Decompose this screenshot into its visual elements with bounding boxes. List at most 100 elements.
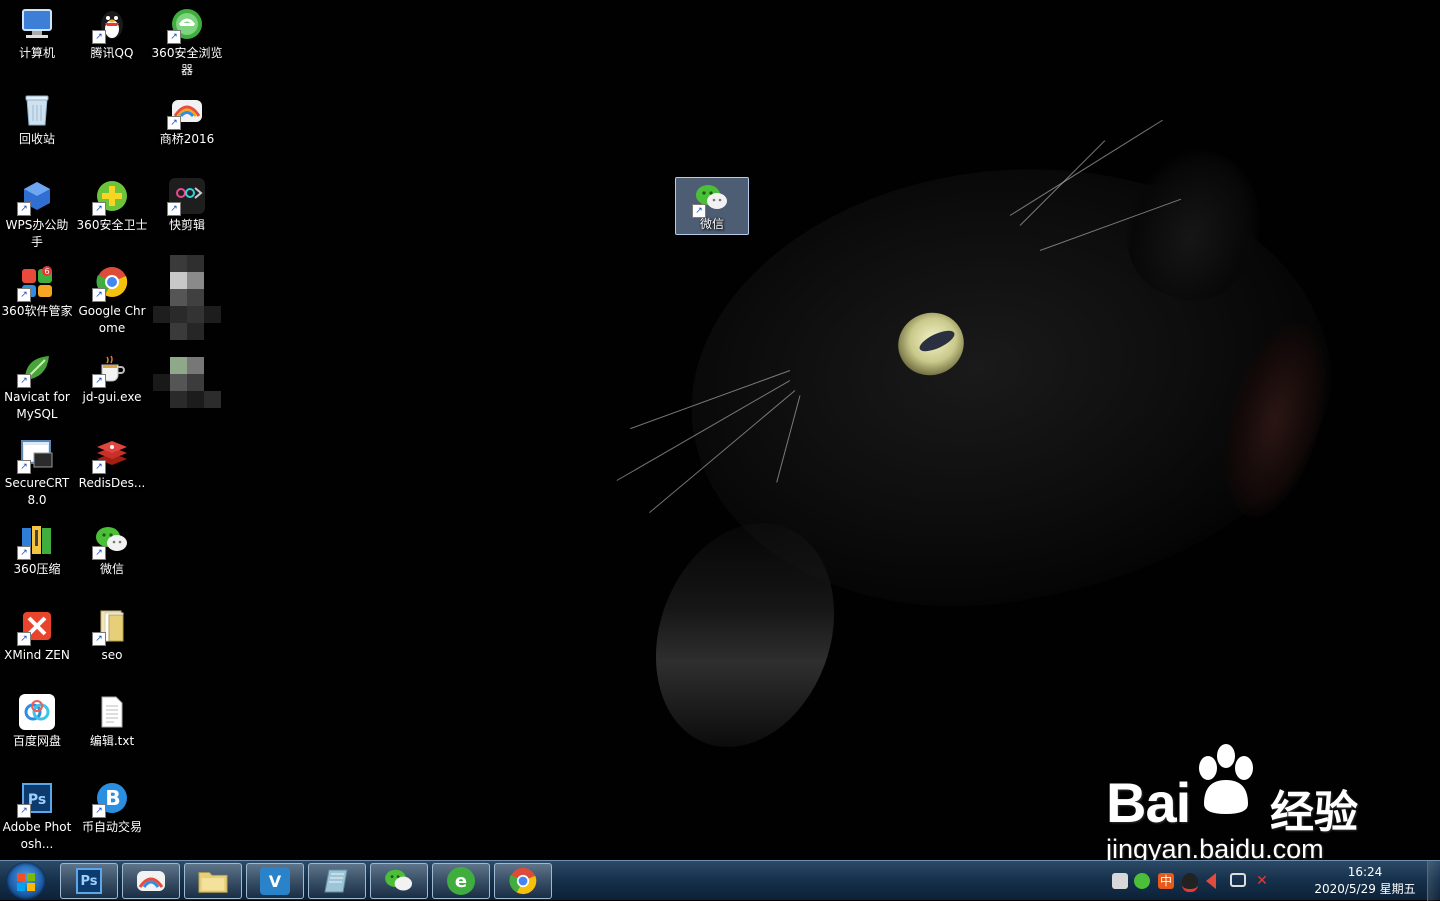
- cat-ear: [1108, 132, 1282, 318]
- 360-browser-icon: ↗: [167, 6, 205, 44]
- action-center-icon[interactable]: [1230, 873, 1246, 887]
- desktop-icon-text-file[interactable]: 编辑.txt: [75, 694, 149, 750]
- whisker: [776, 395, 801, 483]
- desktop-icon-wps[interactable]: ↗ WPS办公助手: [0, 178, 74, 251]
- clock-time[interactable]: 16:24: [1310, 864, 1420, 880]
- coin-trade-icon: B ↗: [92, 780, 130, 818]
- desktop-icon-kuaijianji[interactable]: ↗ 快剪辑: [150, 178, 224, 234]
- photoshop-icon: Ps ↗: [17, 780, 55, 818]
- desktop-icon-qq[interactable]: ↗ 腾讯QQ: [75, 6, 149, 62]
- taskbar-360-browser[interactable]: e: [432, 863, 490, 899]
- desktop-icon-wechat-selected[interactable]: ↗ 微信: [675, 177, 749, 235]
- shortcut-arrow-icon: ↗: [92, 632, 106, 646]
- wps-icon: ↗: [17, 178, 55, 216]
- qq-tray-icon[interactable]: [1182, 873, 1198, 892]
- taskbar-explorer[interactable]: [184, 863, 242, 899]
- chrome-icon: [508, 867, 538, 895]
- baidu-jingyan-watermark: Bai 经验 jingyan.baidu.com: [1100, 740, 1430, 860]
- desktop-icon-navicat[interactable]: ↗ Navicat for MySQL: [0, 350, 74, 423]
- shortcut-arrow-icon: ↗: [167, 202, 181, 216]
- taskbar-notes[interactable]: [308, 863, 366, 899]
- volume-muted-icon[interactable]: ✕: [1254, 873, 1270, 889]
- navicat-icon: ↗: [17, 350, 55, 388]
- shortcut-arrow-icon: ↗: [167, 30, 181, 44]
- jd-gui-cup-icon: ↗: [92, 350, 130, 388]
- clock-date[interactable]: 2020/5/29 星期五: [1310, 881, 1420, 897]
- taskbar-wechat[interactable]: [370, 863, 428, 899]
- securecrt-icon: ↗: [17, 436, 55, 474]
- wechat-icon: ↗: [692, 180, 730, 218]
- watermark-url: jingyan.baidu.com: [1106, 834, 1324, 860]
- folder-icon: ↗: [92, 608, 130, 646]
- desktop-icon-xmind[interactable]: ↗ XMind ZEN: [0, 608, 74, 664]
- desktop-icon-computer[interactable]: 计算机: [0, 6, 74, 62]
- shortcut-arrow-icon: ↗: [17, 460, 31, 474]
- shortcut-arrow-icon: ↗: [92, 288, 106, 302]
- qq-penguin-icon: ↗: [92, 6, 130, 44]
- taskbar-visual-studio[interactable]: V: [246, 863, 304, 899]
- 360-software-icon: 6 ↗: [17, 264, 55, 302]
- computer-icon: [19, 6, 55, 42]
- desktop-icon-shangqiao[interactable]: ↗ 商桥2016: [150, 92, 224, 148]
- 360-browser-icon: e: [447, 867, 475, 895]
- whisker: [630, 370, 791, 430]
- recycle-bin-icon: [19, 92, 55, 128]
- whisker: [649, 390, 796, 514]
- shortcut-arrow-icon: ↗: [167, 116, 181, 130]
- desktop-icon-redis[interactable]: ↗ RedisDes...: [75, 436, 149, 492]
- taskbar: Ps V e 中 ✕ 16:24 2020/5/29 星期五: [0, 860, 1440, 901]
- whisker: [616, 380, 791, 481]
- desktop-icon-coin-trade[interactable]: B ↗ 币自动交易: [75, 780, 149, 836]
- notepad-icon: [322, 867, 352, 895]
- 360-zip-icon: ↗: [17, 522, 55, 560]
- shortcut-arrow-icon: ↗: [92, 460, 106, 474]
- kuaijianji-icon: ↗: [167, 178, 205, 216]
- desktop-icon-chrome[interactable]: ↗ Google Chrome: [75, 264, 149, 337]
- baidu-netdisk-icon: [19, 694, 55, 730]
- desktop-icon-seo-folder[interactable]: ↗ seo: [75, 608, 149, 664]
- shortcut-arrow-icon: ↗: [692, 204, 706, 218]
- text-file-icon: [94, 694, 130, 730]
- watermark-suffix: 经验: [1270, 787, 1358, 838]
- svg-text:6: 6: [44, 267, 49, 276]
- redis-icon: ↗: [92, 436, 130, 474]
- shortcut-arrow-icon: ↗: [92, 374, 106, 388]
- shortcut-arrow-icon: ↗: [17, 374, 31, 388]
- desktop-icon-jd-gui[interactable]: ↗ jd-gui.exe: [75, 350, 149, 406]
- desktop-icon-securecrt[interactable]: ↗ SecureCRT 8.0: [0, 436, 74, 509]
- cat-ear-inner: [1205, 311, 1345, 529]
- shortcut-arrow-icon: ↗: [92, 546, 106, 560]
- desktop-icon-recycle-bin[interactable]: 回收站: [0, 92, 74, 148]
- desktop-icon-baidu-netdisk[interactable]: 百度网盘: [0, 694, 74, 750]
- ime-zhong-icon[interactable]: 中: [1158, 873, 1174, 889]
- pixelated-region: [153, 255, 221, 408]
- taskbar-photoshop[interactable]: Ps: [60, 863, 118, 899]
- desktop-icon-360-software[interactable]: 6 ↗ 360软件管家: [0, 264, 74, 320]
- wechat-tray-icon[interactable]: [1134, 873, 1150, 889]
- desktop-icon-photoshop[interactable]: Ps ↗ Adobe Photosh...: [0, 780, 74, 853]
- shangqiao-icon: [136, 867, 166, 895]
- xmind-icon: ↗: [17, 608, 55, 646]
- chrome-icon: ↗: [92, 264, 130, 302]
- desktop-icon-360-browser[interactable]: ↗ 360安全浏览器: [150, 6, 224, 79]
- show-desktop-button[interactable]: [1427, 861, 1440, 901]
- shortcut-arrow-icon: ↗: [17, 804, 31, 818]
- windows-start-icon[interactable]: [6, 862, 46, 900]
- cat-eye: [889, 303, 973, 385]
- shortcut-arrow-icon: ↗: [17, 632, 31, 646]
- desktop-icon-360-zip[interactable]: ↗ 360压缩: [0, 522, 74, 578]
- network-monitor-icon[interactable]: [1112, 873, 1128, 889]
- cat-head: [663, 127, 1357, 643]
- taskbar-chrome[interactable]: [494, 863, 552, 899]
- shortcut-arrow-icon: ↗: [17, 546, 31, 560]
- wechat-icon: ↗: [92, 522, 130, 560]
- desktop-icon-wechat[interactable]: ↗ 微信: [75, 522, 149, 578]
- whisker: [1019, 140, 1106, 226]
- shortcut-arrow-icon: ↗: [92, 804, 106, 818]
- photoshop-icon: Ps: [76, 868, 102, 894]
- taskbar-shangqiao[interactable]: [122, 863, 180, 899]
- desktop[interactable]: 计算机 ↗ 腾讯QQ ↗ 360安全浏览器 回收站 ↗ 商桥2016 ↗ WPS…: [0, 0, 1440, 860]
- whisker: [1009, 119, 1163, 216]
- speaker-icon[interactable]: [1206, 873, 1216, 889]
- desktop-icon-360-guard[interactable]: ↗ 360安全卫士: [75, 178, 149, 234]
